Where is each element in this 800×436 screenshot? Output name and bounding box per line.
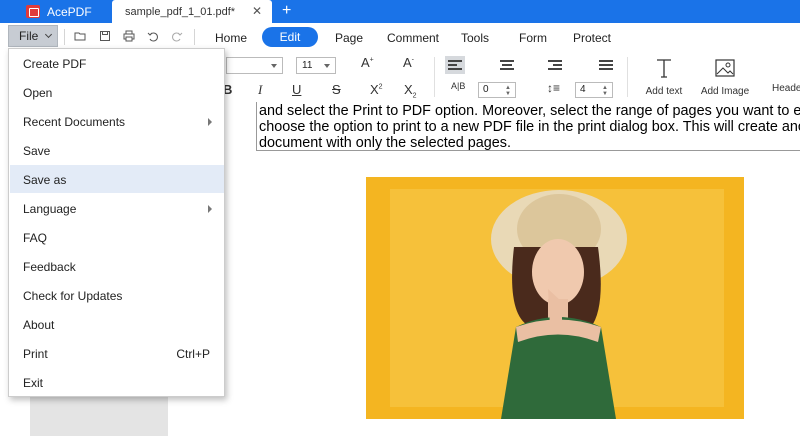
image-icon: [715, 59, 735, 77]
tab-edit[interactable]: Edit: [262, 27, 318, 47]
ribbon-divider: [627, 57, 628, 97]
document-tab-label: sample_pdf_1_01.pdf*: [125, 6, 236, 18]
portrait-woman-image: [491, 190, 627, 419]
tab-comment[interactable]: Comment: [387, 31, 439, 45]
menu-item-save[interactable]: Save: [10, 136, 224, 164]
menu-item-open[interactable]: Open: [10, 78, 224, 106]
text-line: document with only the selected pages.: [259, 135, 511, 151]
print-shortcut: Ctrl+P: [176, 347, 210, 361]
dropdown-caret-icon: [271, 64, 277, 68]
undo-icon[interactable]: [147, 30, 159, 42]
menu-item-faq[interactable]: FAQ: [10, 223, 224, 251]
underline-icon[interactable]: U: [292, 82, 301, 97]
align-center-icon[interactable]: [497, 56, 517, 74]
font-family-select[interactable]: [226, 57, 283, 74]
add-text-button[interactable]: Add text: [640, 57, 688, 97]
dropdown-caret-icon: [324, 64, 330, 68]
file-dropdown-menu: Create PDF Open Recent Documents Save Sa…: [8, 48, 225, 397]
menu-item-language[interactable]: Language: [10, 194, 224, 222]
text-line: choose the option to print to a new PDF …: [259, 119, 800, 135]
text-line: and select the Print to PDF option. More…: [259, 103, 800, 119]
character-spacing-input[interactable]: 0 ▲ ▼: [478, 82, 516, 98]
menu-item-recent-documents[interactable]: Recent Documents: [10, 107, 224, 135]
line-spacing-input[interactable]: 4 ▲ ▼: [575, 82, 613, 98]
acepdf-logo-icon: [26, 5, 40, 18]
increase-font-icon[interactable]: A+: [361, 55, 374, 70]
align-left-icon[interactable]: [445, 56, 465, 74]
tab-form[interactable]: Form: [519, 31, 547, 45]
toolbar-divider: [194, 29, 195, 45]
menu-item-print[interactable]: Print Ctrl+P: [10, 339, 224, 367]
thumbnail-panel: [30, 396, 168, 436]
decrease-font-icon[interactable]: A-: [403, 55, 414, 70]
ribbon-divider: [434, 57, 435, 97]
tab-home[interactable]: Home: [215, 31, 247, 45]
add-image-button[interactable]: Add Image: [697, 57, 753, 97]
file-menu-button[interactable]: File: [8, 25, 58, 47]
tab-page[interactable]: Page: [335, 31, 363, 45]
header-label: Heade: [772, 83, 800, 94]
chevron-down-icon: [44, 30, 53, 39]
close-tab-icon[interactable]: ✕: [252, 4, 262, 18]
new-tab-button[interactable]: +: [282, 2, 291, 20]
header-button[interactable]: Heade: [772, 57, 800, 94]
document-image[interactable]: [366, 177, 744, 419]
line-spacing-value: 4: [580, 84, 586, 95]
file-menu-label: File: [19, 29, 39, 43]
menu-item-about[interactable]: About: [10, 310, 224, 338]
align-justify-icon[interactable]: [596, 56, 616, 74]
add-text-label: Add text: [645, 86, 683, 97]
character-spacing-icon: A|B: [451, 81, 466, 91]
redo-icon[interactable]: [171, 30, 183, 42]
save-disk-icon[interactable]: [99, 30, 111, 42]
superscript-icon[interactable]: X2: [370, 82, 383, 97]
toolbar-divider: [64, 29, 65, 45]
text-box[interactable]: and select the Print to PDF option. More…: [256, 102, 800, 151]
tab-protect[interactable]: Protect: [573, 31, 611, 45]
font-size-value: 11: [302, 60, 313, 71]
main-toolbar: File Home Edit Page Comment Tools Form P…: [0, 23, 800, 51]
submenu-arrow-icon: [208, 205, 212, 213]
character-spacing-value: 0: [483, 84, 489, 95]
submenu-arrow-icon: [208, 118, 212, 126]
add-image-label: Add Image: [700, 86, 750, 97]
menu-item-create-pdf[interactable]: Create PDF: [10, 49, 224, 77]
italic-icon[interactable]: I: [258, 82, 262, 98]
strikethrough-icon[interactable]: S: [332, 82, 341, 97]
menu-item-feedback[interactable]: Feedback: [10, 252, 224, 280]
spin-down-icon[interactable]: ▼: [602, 91, 608, 97]
align-right-icon[interactable]: [545, 56, 565, 74]
menu-item-exit[interactable]: Exit: [10, 368, 224, 396]
title-bar: AcePDF sample_pdf_1_01.pdf* ✕ +: [0, 0, 800, 23]
menu-item-check-for-updates[interactable]: Check for Updates: [10, 281, 224, 309]
document-tab[interactable]: sample_pdf_1_01.pdf* ✕: [112, 0, 272, 23]
app-name: AcePDF: [47, 5, 92, 19]
line-spacing-icon: ↕≡: [547, 81, 561, 95]
subscript-icon[interactable]: X2: [404, 82, 417, 100]
print-icon[interactable]: [123, 30, 135, 42]
tab-tools[interactable]: Tools: [461, 31, 489, 45]
folder-icon[interactable]: [74, 30, 86, 42]
menu-item-save-as[interactable]: Save as: [10, 165, 224, 193]
text-tool-icon: [657, 59, 671, 78]
spin-down-icon[interactable]: ▼: [505, 91, 511, 97]
font-size-select[interactable]: 11: [296, 57, 336, 74]
